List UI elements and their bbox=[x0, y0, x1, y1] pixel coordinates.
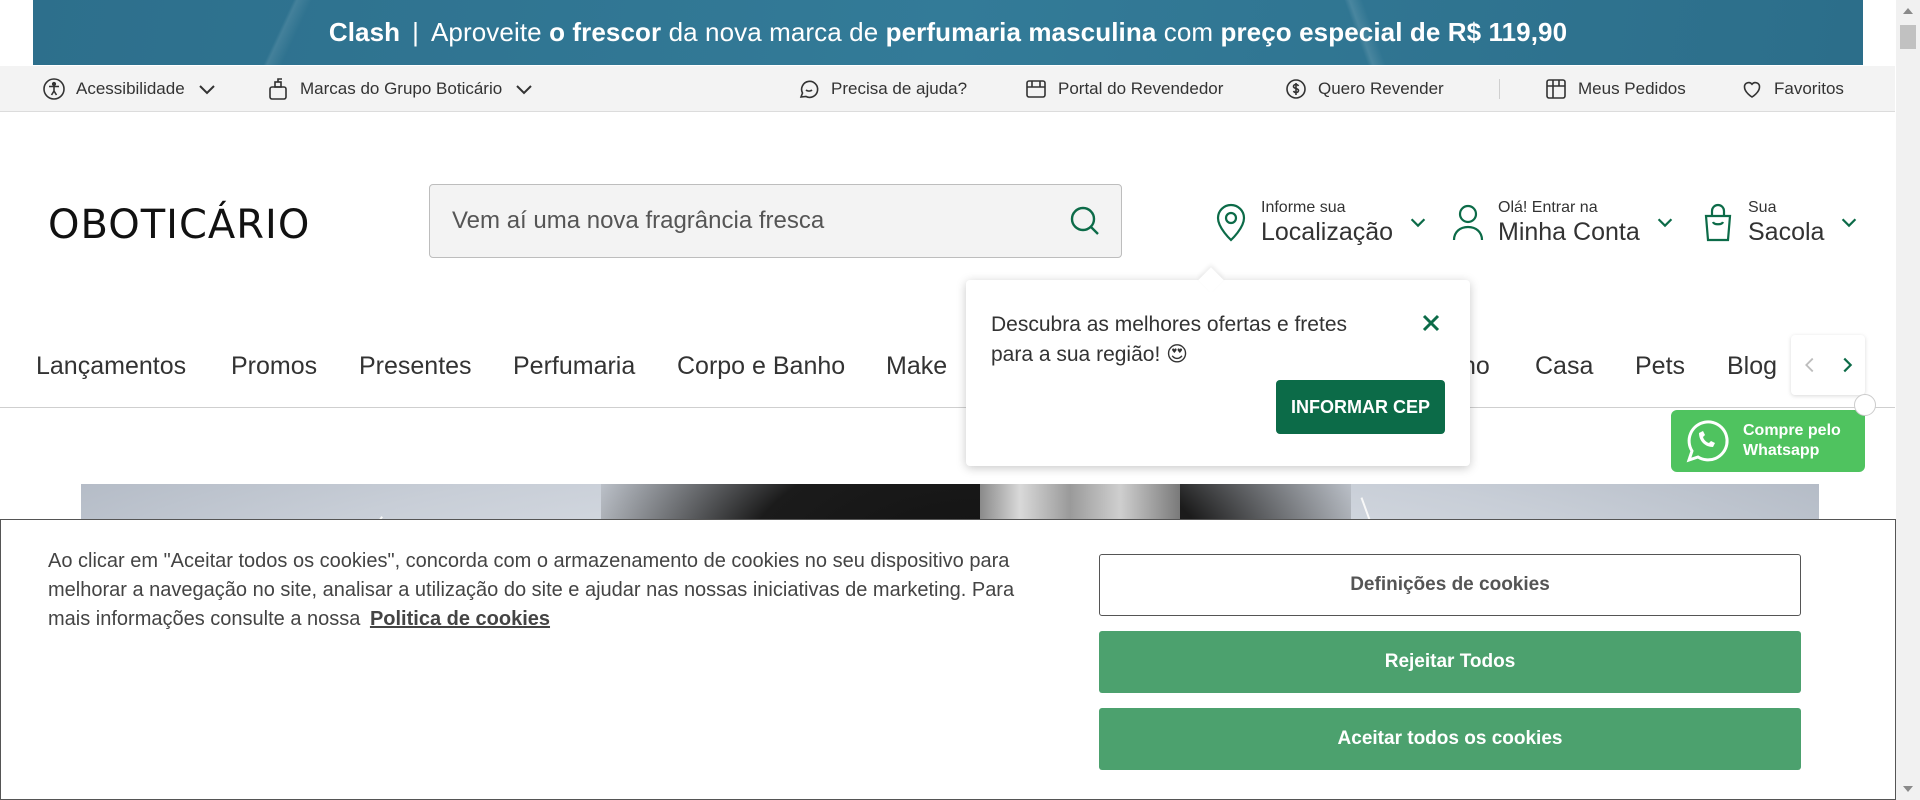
help-link[interactable]: Precisa de ajuda? bbox=[797, 66, 967, 112]
search-box bbox=[429, 184, 1122, 258]
promo-banner[interactable]: Clash | Aproveite o frescor da nova marc… bbox=[33, 0, 1863, 65]
accessibility-icon bbox=[43, 78, 65, 100]
accessibility-menu[interactable]: Acessibilidade bbox=[42, 66, 219, 112]
become-reseller-link[interactable]: Quero Revender bbox=[1284, 66, 1444, 112]
chevron-down-icon bbox=[1410, 218, 1426, 228]
whatsapp-close-button[interactable] bbox=[1854, 394, 1876, 416]
bag-big-label: Sacola bbox=[1748, 217, 1825, 246]
coin-icon bbox=[1286, 79, 1306, 99]
cookie-consent-text: Ao clicar em "Aceitar todos os cookies",… bbox=[48, 547, 1038, 634]
logo-text: OBOTICÁRIO bbox=[48, 200, 310, 244]
account-big-label: Minha Conta bbox=[1498, 217, 1640, 246]
promo-text-1: Aproveite bbox=[430, 17, 542, 47]
brands-label: Marcas do Grupo Boticário bbox=[300, 79, 503, 98]
perfume-bottle-icon bbox=[269, 78, 287, 100]
whatsapp-button[interactable]: Compre pelo Whatsapp bbox=[1671, 410, 1865, 472]
whatsapp-line-1: Compre pelo bbox=[1743, 422, 1841, 439]
whatsapp-icon bbox=[1686, 420, 1729, 463]
location-pin-icon bbox=[1216, 203, 1246, 242]
my-orders-label: Meus Pedidos bbox=[1578, 79, 1686, 98]
chevron-left-icon[interactable] bbox=[1799, 354, 1821, 376]
promo-text-2: o frescor bbox=[549, 17, 662, 47]
cookie-consent-banner: Ao clicar em "Aceitar todos os cookies",… bbox=[0, 519, 1896, 800]
vertical-scrollbar[interactable] bbox=[1896, 0, 1920, 800]
utility-bar: Acessibilidade Marcas do Grupo Boticário… bbox=[0, 66, 1895, 112]
chevron-right-icon[interactable] bbox=[1836, 354, 1858, 376]
promo-brand: Clash bbox=[328, 17, 401, 47]
heart-icon bbox=[1743, 81, 1761, 98]
close-icon[interactable] bbox=[1418, 310, 1444, 336]
reseller-portal-label: Portal do Revendedor bbox=[1058, 79, 1224, 98]
shopping-bag-icon bbox=[1704, 203, 1732, 242]
cookie-settings-button[interactable]: Definições de cookies bbox=[1099, 554, 1801, 616]
search-input[interactable] bbox=[452, 185, 1052, 257]
nav-item-make[interactable]: Make bbox=[886, 352, 947, 381]
reseller-portal-link[interactable]: Portal do Revendedor bbox=[1024, 66, 1223, 112]
promo-text-3: da nova marca de bbox=[668, 17, 879, 47]
my-orders-link[interactable]: Meus Pedidos bbox=[1544, 66, 1686, 112]
bag-menu[interactable]: Sua Sacola bbox=[1700, 196, 1860, 248]
accessibility-label: Acessibilidade bbox=[76, 79, 185, 98]
inform-cep-button[interactable]: INFORMAR CEP bbox=[1276, 380, 1445, 434]
nav-item-presentes[interactable]: Presentes bbox=[359, 352, 472, 381]
location-selector[interactable]: Informe sua Localização bbox=[1213, 196, 1429, 248]
nav-item-promos[interactable]: Promos bbox=[231, 352, 317, 381]
location-popover-text: Descubra as melhores ofertas e fretes pa… bbox=[991, 313, 1347, 366]
favorites-label: Favoritos bbox=[1774, 79, 1844, 98]
location-small-label: Informe sua bbox=[1261, 198, 1346, 216]
nav-item-corpo-e-banho[interactable]: Corpo e Banho bbox=[677, 352, 845, 381]
nav-item-pets[interactable]: Pets bbox=[1635, 352, 1685, 381]
location-popover: Descubra as melhores ofertas e fretes pa… bbox=[966, 280, 1470, 466]
chat-icon bbox=[799, 80, 819, 99]
bag-small-label: Sua bbox=[1748, 198, 1777, 216]
scroll-down-arrow-icon[interactable] bbox=[1903, 786, 1913, 792]
nav-item-perfumaria[interactable]: Perfumaria bbox=[513, 352, 635, 381]
chevron-down-icon bbox=[1842, 218, 1857, 228]
orders-box-icon bbox=[1546, 79, 1566, 99]
promo-text-6: preço especial de R$ 119,90 bbox=[1220, 17, 1568, 47]
oboticario-logo[interactable]: OBOTICÁRIO bbox=[48, 200, 343, 244]
chevron-down-icon bbox=[1657, 218, 1672, 228]
accept-all-cookies-button[interactable]: Aceitar todos os cookies bbox=[1099, 708, 1801, 770]
store-icon bbox=[1026, 80, 1046, 98]
utility-divider bbox=[1499, 79, 1500, 99]
scroll-thumb[interactable] bbox=[1900, 25, 1916, 49]
help-label: Precisa de ajuda? bbox=[831, 79, 968, 98]
become-reseller-label: Quero Revender bbox=[1318, 79, 1444, 98]
reject-all-cookies-button[interactable]: Rejeitar Todos bbox=[1099, 631, 1801, 693]
account-small-label: Olá! Entrar na bbox=[1498, 198, 1598, 216]
chevron-down-icon bbox=[516, 85, 532, 95]
chevron-down-icon bbox=[198, 85, 215, 95]
promo-text-4: perfumaria masculina bbox=[885, 17, 1157, 47]
nav-item-casa[interactable]: Casa bbox=[1535, 352, 1593, 381]
user-icon bbox=[1452, 204, 1484, 241]
whatsapp-line-2: Whatsapp bbox=[1743, 442, 1820, 459]
nav-item-lancamentos[interactable]: Lançamentos bbox=[36, 352, 186, 381]
main-nav: Lançamentos Promos Presentes Perfumaria … bbox=[0, 340, 1895, 408]
location-big-label: Localização bbox=[1261, 217, 1394, 246]
nav-item-blog[interactable]: Blog bbox=[1727, 352, 1777, 381]
promo-text-5: com bbox=[1163, 17, 1214, 47]
search-icon[interactable] bbox=[1069, 205, 1101, 237]
cookie-policy-link[interactable]: Politica de cookies bbox=[370, 608, 550, 630]
nav-scroll-arrows bbox=[1791, 335, 1865, 395]
scroll-up-arrow-icon[interactable] bbox=[1903, 8, 1913, 14]
account-menu[interactable]: Olá! Entrar na Minha Conta bbox=[1450, 196, 1676, 248]
promo-separator: | bbox=[412, 17, 419, 47]
favorites-link[interactable]: Favoritos bbox=[1740, 66, 1844, 112]
brands-menu[interactable]: Marcas do Grupo Boticário bbox=[266, 66, 536, 112]
